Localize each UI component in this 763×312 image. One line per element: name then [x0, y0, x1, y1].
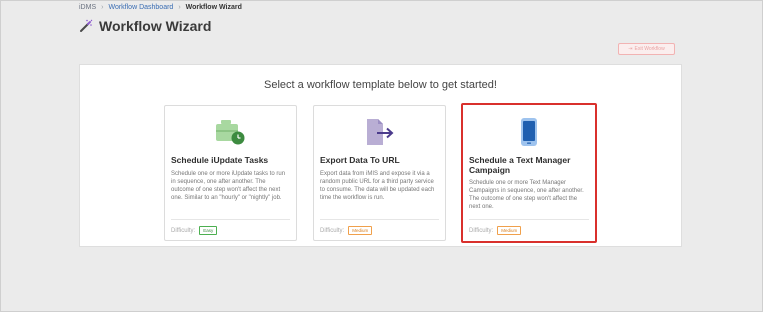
breadcrumb-current: Workflow Wizard: [185, 4, 242, 11]
magic-wand-icon: [80, 19, 93, 32]
difficulty-badge: Medium: [348, 226, 373, 235]
breadcrumb-root[interactable]: iDMS: [79, 4, 96, 11]
briefcase-clock-icon: [215, 120, 244, 145]
template-card-iupdate[interactable]: Schedule iUpdate Tasks Schedule one or m…: [164, 105, 297, 241]
difficulty-badge: Medium: [497, 226, 522, 235]
mobile-phone-icon: [521, 118, 537, 146]
difficulty-label: Difficulty:: [171, 227, 196, 234]
breadcrumb: iDMS › Workflow Dashboard › Workflow Wiz…: [79, 4, 242, 11]
card-footer: Difficulty: Easy: [171, 219, 290, 235]
difficulty-label: Difficulty:: [320, 227, 345, 234]
page-title-text: Workflow Wizard: [99, 18, 212, 34]
difficulty-label: Difficulty:: [469, 227, 494, 234]
panel-heading: Select a workflow template below to get …: [264, 79, 497, 91]
card-footer: Difficulty: Medium: [469, 219, 589, 235]
card-footer: Difficulty: Medium: [320, 219, 439, 235]
card-description: Schedule one or more iUpdate tasks to ru…: [171, 171, 286, 201]
template-card-text-manager[interactable]: Schedule a Text Manager Campaign Schedul…: [461, 103, 597, 243]
template-panel: Select a workflow template below to get …: [79, 64, 682, 247]
card-title: Export Data To URL: [320, 155, 400, 165]
page-title: Workflow Wizard: [79, 18, 211, 34]
card-description: Schedule one or more Text Manager Campai…: [469, 180, 584, 210]
chevron-right-icon: ›: [178, 4, 181, 11]
card-title: Schedule a Text Manager Campaign: [469, 155, 571, 175]
exit-workflow-label: Exit Workflow: [634, 46, 665, 52]
exit-workflow-button[interactable]: ⇥ Exit Workflow: [618, 43, 675, 55]
card-title: Schedule iUpdate Tasks: [171, 155, 269, 165]
template-card-export-data[interactable]: Export Data To URL Export data from iMIS…: [313, 105, 446, 241]
chevron-right-icon: ›: [101, 4, 104, 11]
difficulty-badge: Easy: [199, 226, 218, 235]
breadcrumb-workflow-dashboard[interactable]: Workflow Dashboard: [108, 4, 173, 11]
exit-icon: ⇥: [628, 46, 633, 52]
file-export-icon: [366, 119, 393, 145]
card-description: Export data from iMIS and expose it via …: [320, 171, 435, 201]
